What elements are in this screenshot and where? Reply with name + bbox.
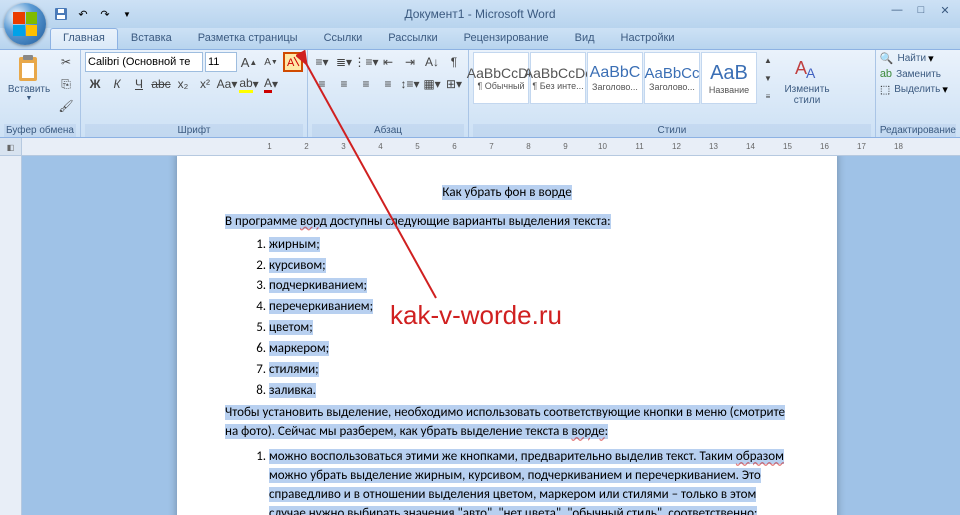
underline-button[interactable]: Ч xyxy=(129,74,149,94)
style-heading1[interactable]: AaBbCЗаголово... xyxy=(587,52,643,104)
strike-button[interactable]: abc xyxy=(151,74,171,94)
tab-view[interactable]: Вид xyxy=(562,28,608,49)
list-item: подчеркиванием; xyxy=(269,277,789,296)
change-styles-button[interactable]: AA Изменить стили xyxy=(777,52,837,108)
styles-more-icon[interactable]: ≡ xyxy=(761,88,775,104)
save-icon[interactable] xyxy=(52,5,70,23)
page[interactable]: Как убрать фон в ворде В программе ворд … xyxy=(177,156,837,515)
align-left-icon[interactable]: ≡ xyxy=(312,74,332,94)
paste-icon xyxy=(14,54,44,84)
tab-addins[interactable]: Настройки xyxy=(608,28,688,49)
svg-text:A: A xyxy=(806,65,816,81)
select-icon: ⬚ xyxy=(880,83,890,96)
borders-icon[interactable]: ⊞▾ xyxy=(444,74,464,94)
ribbon-tabs: Главная Вставка Разметка страницы Ссылки… xyxy=(0,28,960,50)
style-no-spacing[interactable]: AaBbCcDc¶ Без инте... xyxy=(530,52,586,104)
justify-icon[interactable]: ≡ xyxy=(378,74,398,94)
list-item: цветом; xyxy=(269,319,789,338)
list-item: жирным; xyxy=(269,236,789,255)
tab-mailings[interactable]: Рассылки xyxy=(375,28,450,49)
document-area: Как убрать фон в ворде В программе ворд … xyxy=(0,156,960,515)
ribbon: Вставить ▼ ✂ ⎘ 🖌 Буфер обмена Calibri (О… xyxy=(0,50,960,138)
office-button[interactable] xyxy=(4,3,46,45)
shrink-font-icon[interactable]: A▼ xyxy=(261,52,281,72)
styles-up-icon[interactable]: ▲ xyxy=(761,52,775,68)
group-editing: 🔍Найти▾ abЗаменить ⬚Выделить▾ Редактиров… xyxy=(876,50,960,137)
grow-font-icon[interactable]: A▲ xyxy=(239,52,259,72)
qat-dropdown-icon[interactable]: ▼ xyxy=(118,5,136,23)
undo-icon[interactable]: ↶ xyxy=(74,5,92,23)
list-item: стилями; xyxy=(269,361,789,380)
list-item: перечеркиванием; xyxy=(269,298,789,317)
list-item: маркером; xyxy=(269,340,789,359)
decrease-indent-icon[interactable]: ⇤ xyxy=(378,52,398,72)
tab-references[interactable]: Ссылки xyxy=(311,28,376,49)
maximize-button[interactable]: □ xyxy=(910,2,932,18)
multilevel-icon[interactable]: ⋮≡▾ xyxy=(356,52,376,72)
align-center-icon[interactable]: ≡ xyxy=(334,74,354,94)
ruler-corner[interactable]: ◧ xyxy=(0,138,22,156)
bold-button[interactable]: Ж xyxy=(85,74,105,94)
italic-button[interactable]: К xyxy=(107,74,127,94)
numbering-icon[interactable]: ≣▾ xyxy=(334,52,354,72)
doc-para2: Чтобы установить выделение, необходимо и… xyxy=(225,404,789,442)
clear-formatting-icon[interactable]: A xyxy=(283,52,303,72)
superscript-button[interactable]: x² xyxy=(195,74,215,94)
font-size-combo[interactable]: 11 xyxy=(205,52,237,72)
sort-icon[interactable]: A↓ xyxy=(422,52,442,72)
shading-icon[interactable]: ▦▾ xyxy=(422,74,442,94)
find-button[interactable]: 🔍Найти▾ xyxy=(880,52,934,65)
highlight-color-button[interactable]: ab▾ xyxy=(239,74,259,94)
redo-icon[interactable]: ↷ xyxy=(96,5,114,23)
group-clipboard: Вставить ▼ ✂ ⎘ 🖌 Буфер обмена xyxy=(0,50,81,137)
align-right-icon[interactable]: ≡ xyxy=(356,74,376,94)
style-title[interactable]: AaBНазвание xyxy=(701,52,757,104)
group-font: Calibri (Основной те 11 A▲ A▼ A Ж К Ч ab… xyxy=(81,50,308,137)
font-family-combo[interactable]: Calibri (Основной те xyxy=(85,52,203,72)
format-painter-icon[interactable]: 🖌 xyxy=(56,96,76,116)
svg-text:A: A xyxy=(287,57,295,69)
style-normal[interactable]: AaBbCcDc¶ Обычный xyxy=(473,52,529,104)
bullets-icon[interactable]: ≡▾ xyxy=(312,52,332,72)
doc-intro: В программе ворд доступны следующие вари… xyxy=(225,213,789,232)
styles-down-icon[interactable]: ▼ xyxy=(761,70,775,86)
minimize-button[interactable]: — xyxy=(886,2,908,18)
list-item: можно воспользоваться этими же кнопками,… xyxy=(269,448,789,515)
font-color-button[interactable]: A▾ xyxy=(261,74,281,94)
tab-insert[interactable]: Вставка xyxy=(118,28,185,49)
doc-heading: Как убрать фон в ворде xyxy=(225,184,789,203)
title-bar: ↶ ↷ ▼ Документ1 - Microsoft Word — □ ✕ xyxy=(0,0,960,28)
line-spacing-icon[interactable]: ↕≡▾ xyxy=(400,74,420,94)
show-marks-icon[interactable]: ¶ xyxy=(444,52,464,72)
cut-icon[interactable]: ✂ xyxy=(56,52,76,72)
style-heading2[interactable]: AaBbCcЗаголово... xyxy=(644,52,700,104)
find-icon: 🔍 xyxy=(880,52,894,65)
styles-gallery[interactable]: AaBbCcDc¶ Обычный AaBbCcDc¶ Без инте... … xyxy=(473,52,757,104)
doc-list2: можно воспользоваться этими же кнопками,… xyxy=(225,448,789,515)
replace-icon: ab xyxy=(880,68,892,80)
increase-indent-icon[interactable]: ⇥ xyxy=(400,52,420,72)
replace-button[interactable]: abЗаменить xyxy=(880,68,941,80)
list-item: курсивом; xyxy=(269,257,789,276)
change-case-button[interactable]: Aa▾ xyxy=(217,74,237,94)
window-title: Документ1 - Microsoft Word xyxy=(404,7,555,21)
tab-page-layout[interactable]: Разметка страницы xyxy=(185,28,311,49)
copy-icon[interactable]: ⎘ xyxy=(56,74,76,94)
horizontal-ruler[interactable]: ◧ 123456789101112131415161718 xyxy=(0,138,960,156)
list-item: заливка. xyxy=(269,382,789,401)
tab-review[interactable]: Рецензирование xyxy=(451,28,562,49)
quick-access-toolbar: ↶ ↷ ▼ xyxy=(52,5,136,23)
subscript-button[interactable]: x₂ xyxy=(173,74,193,94)
group-paragraph: ≡▾ ≣▾ ⋮≡▾ ⇤ ⇥ A↓ ¶ ≡ ≡ ≡ ≡ ↕≡▾ ▦▾ ⊞▾ Абз… xyxy=(308,50,469,137)
select-button[interactable]: ⬚Выделить▾ xyxy=(880,83,948,96)
vertical-ruler[interactable] xyxy=(0,156,22,515)
tab-home[interactable]: Главная xyxy=(50,28,118,49)
change-styles-icon: AA xyxy=(792,54,822,84)
paste-button[interactable]: Вставить ▼ xyxy=(4,52,54,104)
group-styles: AaBbCcDc¶ Обычный AaBbCcDc¶ Без инте... … xyxy=(469,50,876,137)
close-button[interactable]: ✕ xyxy=(934,2,956,18)
doc-list1: жирным; курсивом; подчеркиванием; перече… xyxy=(225,236,789,401)
